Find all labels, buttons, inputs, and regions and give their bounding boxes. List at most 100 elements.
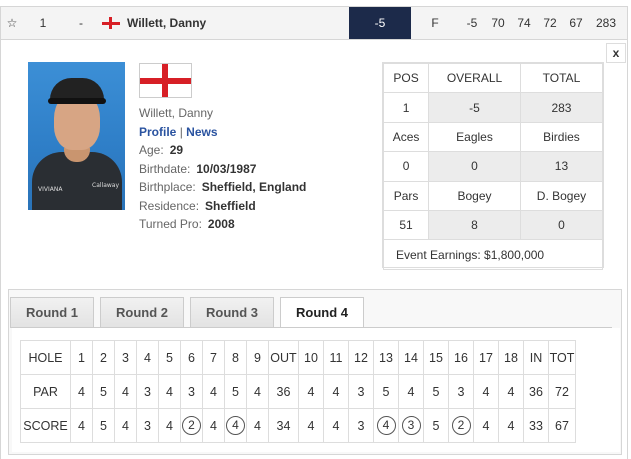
stat-value: -5 [428,92,521,123]
score-cell: 4 [373,408,399,443]
hole-cell: 11 [323,340,349,375]
stat-value: 51 [382,209,430,241]
stat-header: POS [382,62,430,94]
star-icon[interactable]: ☆ [1,7,23,39]
score-cell: 3 [348,408,374,443]
round1-score: 70 [491,16,505,30]
news-link[interactable]: News [186,125,217,139]
leaderboard-row[interactable]: ☆ 1 - Willett, Danny -5 F -5 70 74 72 67… [0,6,628,40]
score-cell: 33 [523,408,549,443]
par-cell: 72 [548,374,576,409]
england-flag-icon [99,7,123,39]
par-cell: 3 [448,374,474,409]
hole-label: HOLE [20,340,71,375]
stat-header: OVERALL [428,62,521,94]
stat-header: TOTAL [519,62,604,94]
score-cell: 2 [448,408,474,443]
stats-table: POS OVERALL TOTAL 1 -5 283 Aces Eagles B… [382,62,604,271]
round-tabs: Round 1 Round 2 Round 3 Round 4 [10,297,370,327]
thru: F [431,16,439,30]
total-score: 283 [595,16,617,30]
stat-header: D. Bogey [519,180,604,211]
score-cell: 4 [224,408,247,443]
par-cell: 4 [323,374,349,409]
par-cell: 4 [158,374,181,409]
par-cell: 4 [473,374,499,409]
hole-cell: 14 [398,340,424,375]
score-cell: 4 [158,408,181,443]
par-cell: 4 [498,374,524,409]
hole-cell: 15 [423,340,449,375]
birdie-circle: 2 [451,416,471,435]
hole-cell: 4 [136,340,159,375]
hole-cell: TOT [548,340,576,375]
round3-score: 72 [543,16,557,30]
par-cell: 4 [246,374,269,409]
age-row: Age: 29 [139,143,184,157]
tab-round-2[interactable]: Round 2 [100,297,184,327]
score-cell: 4 [323,408,349,443]
birthplace-row: Birthplace: Sheffield, England [139,180,307,194]
hole-cell: 10 [298,340,324,375]
hole-cell: 13 [373,340,399,375]
score-cell: 4 [114,408,137,443]
movement: - [79,16,83,30]
par-cell: 5 [373,374,399,409]
hole-cell: 17 [473,340,499,375]
turned-pro-row: Turned Pro: 2008 [139,217,235,231]
stat-value: 0 [519,209,604,241]
score-label: SCORE [20,408,71,443]
score-cell: 4 [202,408,225,443]
par-cell: 5 [224,374,247,409]
score-cell: 3 [398,408,424,443]
hole-cell: 9 [246,340,269,375]
par-cell: 3 [348,374,374,409]
birdie-circle: 4 [376,416,396,435]
par-label: PAR [20,374,71,409]
stat-header: Bogey [428,180,521,211]
hole-cell: 1 [70,340,93,375]
hole-cell: OUT [268,340,299,375]
birdie-circle: 3 [401,416,421,435]
score-cell: 5 [423,408,449,443]
hole-cell: IN [523,340,549,375]
hole-cell: 5 [158,340,181,375]
score-cell: 34 [268,408,299,443]
score-cell: 4 [246,408,269,443]
par-cell: 4 [298,374,324,409]
player-info: Willett, Danny Profile | News Age: 29 Bir… [139,104,379,234]
birthdate-row: Birthdate: 10/03/1987 [139,161,257,176]
score-cell: 4 [298,408,324,443]
profile-link[interactable]: Profile [139,125,176,139]
tab-round-4[interactable]: Round 4 [280,297,364,327]
tab-round-3[interactable]: Round 3 [190,297,274,327]
score-cell: 4 [498,408,524,443]
round4-score: 67 [569,16,583,30]
par-cell: 3 [136,374,159,409]
hole-cell: 6 [180,340,203,375]
player-links: Profile | News [139,123,379,142]
hole-cell: 8 [224,340,247,375]
stat-header: Aces [382,121,430,153]
stat-value: 0 [428,151,521,182]
stat-header: Birdies [519,121,604,153]
hole-cell: 2 [92,340,115,375]
stat-value: 8 [428,209,521,241]
link-separator: | [179,124,183,139]
scorecard-table: HOLE 1 2 3 4 5 6 7 8 9 OUT 10 11 12 13 14 15 16 17 18 IN TOT … [20,340,576,443]
par-cell: 36 [523,374,549,409]
player-name-link[interactable]: Willett, Danny [123,7,349,39]
stat-value: 1 [382,92,430,123]
par-cell: 5 [423,374,449,409]
tab-round-1[interactable]: Round 1 [10,297,94,327]
par-cell: 4 [70,374,93,409]
score-cell: 4 [70,408,93,443]
close-button[interactable]: x [606,43,626,63]
round2-score: 74 [517,16,531,30]
score-cell: 4 [473,408,499,443]
score-cell: 5 [92,408,115,443]
to-par-score: -5 [349,7,411,39]
par-cell: 4 [398,374,424,409]
event-earnings: Event Earnings: $1,800,000 [383,239,603,271]
today-score: -5 [466,16,478,30]
